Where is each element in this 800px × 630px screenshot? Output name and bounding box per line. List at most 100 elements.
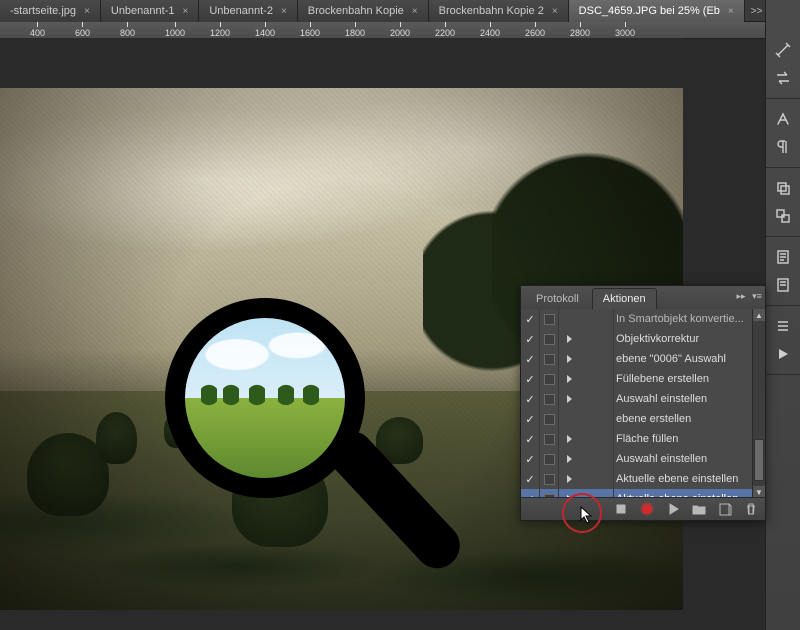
expand-toggle[interactable] [559, 409, 614, 429]
toggle-dialog-checkbox[interactable] [540, 449, 559, 469]
notes-icon[interactable] [772, 246, 794, 268]
expand-toggle[interactable] [559, 369, 614, 389]
expand-toggle[interactable] [559, 349, 614, 369]
scrollbar[interactable]: ▲ ▼ [752, 309, 765, 498]
panel-menu-icon[interactable]: ▾≡ [751, 290, 763, 302]
tab-aktionen[interactable]: Aktionen [592, 288, 657, 309]
char-icon[interactable] [772, 108, 794, 130]
play-icon[interactable] [772, 343, 794, 365]
collapse-icon[interactable]: ▸▸ [735, 290, 747, 302]
toggle-dialog-checkbox[interactable] [540, 329, 559, 349]
document-tab[interactable]: Unbenannt-2 × [199, 0, 297, 22]
toggle-visibility-checkbox[interactable]: ✓ [521, 449, 540, 469]
symbols-icon[interactable] [772, 274, 794, 296]
document-tab-active[interactable]: DSC_4659.JPG bei 25% (Eb× [569, 0, 745, 22]
collapsed-panel-dock [765, 0, 800, 630]
toggle-dialog-checkbox[interactable] [540, 389, 559, 409]
align-icon[interactable] [772, 205, 794, 227]
ruler-tick: 1200 [210, 22, 230, 38]
trash-button[interactable] [743, 501, 759, 517]
expand-toggle[interactable] [559, 309, 614, 329]
toggle-visibility-checkbox[interactable]: ✓ [521, 329, 540, 349]
expand-toggle[interactable] [559, 389, 614, 409]
close-icon[interactable]: × [84, 6, 90, 17]
toggle-visibility-checkbox[interactable]: ✓ [521, 429, 540, 449]
triangle-right-icon [567, 355, 572, 363]
action-label: ebene "0006" Auswahl [614, 353, 749, 365]
action-row[interactable]: ✓Fläche füllen [521, 429, 753, 449]
document-tab-bar: -startseite.jpg × Unbenannt-1 × Unbenannt-… [0, 0, 800, 23]
action-label: Auswahl einstellen [614, 453, 749, 465]
ruler-tick: 1000 [165, 22, 185, 38]
action-row[interactable]: ✓ebene erstellen [521, 409, 753, 429]
toggle-visibility-checkbox[interactable]: ✓ [521, 309, 540, 329]
toggle-visibility-checkbox[interactable]: ✓ [521, 349, 540, 369]
action-label: In Smartobjekt konvertie... [614, 313, 749, 325]
expand-toggle[interactable] [559, 469, 614, 489]
close-icon[interactable]: × [182, 6, 188, 17]
tab-label: Brockenbahn Kopie 2 [439, 5, 544, 17]
paragraph-icon[interactable] [772, 136, 794, 158]
triangle-right-icon [567, 475, 572, 483]
tab-label: Brockenbahn Kopie [308, 5, 404, 17]
scrollbar-thumb[interactable] [754, 439, 764, 481]
toggle-dialog-checkbox[interactable] [540, 349, 559, 369]
refine-icon[interactable] [772, 39, 794, 61]
document-tab[interactable]: -startseite.jpg × [0, 0, 101, 22]
layers-icon[interactable] [772, 177, 794, 199]
ruler-tick: 600 [75, 22, 90, 38]
stop-button[interactable] [613, 501, 629, 517]
ruler-tick: 1600 [300, 22, 320, 38]
expand-toggle[interactable] [559, 329, 614, 349]
triangle-right-icon [567, 375, 572, 383]
ruler-tick: 2800 [570, 22, 590, 38]
toggle-dialog-checkbox[interactable] [540, 409, 559, 429]
record-button[interactable] [639, 501, 655, 517]
toggle-dialog-checkbox[interactable] [540, 429, 559, 449]
document-tab[interactable]: Unbenannt-1 × [101, 0, 199, 22]
folder-button[interactable] [691, 501, 707, 517]
list-icon[interactable] [772, 315, 794, 337]
toggle-dialog-checkbox[interactable] [540, 469, 559, 489]
tab-label: -startseite.jpg [10, 5, 76, 17]
scroll-up-button[interactable]: ▲ [753, 309, 765, 321]
ruler-tick: 2000 [390, 22, 410, 38]
play-button[interactable] [665, 501, 681, 517]
close-icon[interactable]: × [728, 6, 734, 17]
toggle-visibility-checkbox[interactable]: ✓ [521, 469, 540, 489]
ruler-tick: 1800 [345, 22, 365, 38]
action-row[interactable]: ✓ Auswahl einstellen [521, 449, 753, 469]
panel-tab-strip: Protokoll Aktionen ▸▸ ▾≡ [521, 286, 765, 310]
action-row[interactable]: ✓Auswahl einstellen [521, 389, 753, 409]
ruler-tick: 3000 [615, 22, 635, 38]
action-row[interactable]: ✓Aktuelle ebene einstellen [521, 469, 753, 489]
close-icon[interactable]: × [281, 6, 287, 17]
swap-icon[interactable] [772, 67, 794, 89]
toggle-visibility-checkbox[interactable]: ✓ [521, 369, 540, 389]
close-icon[interactable]: × [552, 6, 558, 17]
action-row[interactable]: ✓ Füllebene erstellen [521, 369, 753, 389]
action-list[interactable]: ✓ In Smartobjekt konvertie... ✓Objektivkor… [521, 309, 753, 498]
document-tab[interactable]: Brockenbahn Kopie 2 × [429, 0, 569, 22]
close-icon[interactable]: × [412, 6, 418, 17]
action-row[interactable]: ✓ In Smartobjekt konvertie... [521, 309, 753, 329]
ruler-tick: 1400 [255, 22, 275, 38]
tab-protokoll[interactable]: Protokoll [525, 288, 590, 309]
toggle-visibility-checkbox[interactable]: ✓ [521, 389, 540, 409]
tab-label: Unbenannt-2 [209, 5, 273, 17]
expand-toggle[interactable] [559, 429, 614, 449]
action-row[interactable]: ✓Objektivkorrektur [521, 329, 753, 349]
expand-toggle[interactable] [559, 449, 614, 469]
new-action-button[interactable] [717, 501, 733, 517]
action-row[interactable]: ✓ ebene "0006" Auswahl [521, 349, 753, 369]
horizontal-ruler[interactable]: 4006008001000120014001600180020002200240… [0, 22, 800, 39]
toggle-dialog-checkbox[interactable] [540, 369, 559, 389]
ruler-tick: 400 [30, 22, 45, 38]
document-tab[interactable]: Brockenbahn Kopie × [298, 0, 429, 22]
toggle-visibility-checkbox[interactable]: ✓ [521, 409, 540, 429]
tab-label: Unbenannt-1 [111, 5, 175, 17]
action-label: Füllebene erstellen [614, 373, 749, 385]
triangle-right-icon [567, 395, 572, 403]
toggle-dialog-checkbox[interactable] [540, 309, 559, 329]
ruler-tick: 2600 [525, 22, 545, 38]
